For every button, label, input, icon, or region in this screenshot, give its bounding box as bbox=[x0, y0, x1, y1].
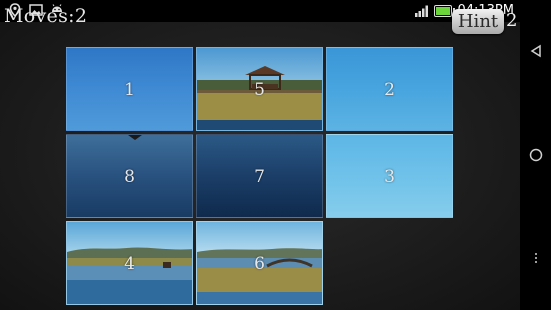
battery-icon bbox=[434, 5, 456, 17]
tile-number: 4 bbox=[124, 254, 135, 274]
navigation-bar bbox=[520, 0, 551, 310]
tile-number: 3 bbox=[384, 167, 395, 187]
screen: 04:13PM Moves:2 Hint 2 1 bbox=[0, 0, 551, 310]
menu-button[interactable] bbox=[520, 238, 551, 278]
home-icon bbox=[529, 148, 542, 162]
puzzle-tile[interactable]: 7 bbox=[196, 134, 323, 218]
menu-icon bbox=[534, 253, 537, 263]
puzzle-tile[interactable]: 1 bbox=[66, 47, 193, 131]
battery-level bbox=[436, 7, 451, 15]
puzzle-tile[interactable]: 4 bbox=[66, 221, 193, 305]
tile-number: 6 bbox=[254, 254, 265, 274]
puzzle-tile[interactable]: 3 bbox=[326, 134, 453, 218]
puzzle-tile[interactable]: 5 bbox=[196, 47, 323, 131]
puzzle-tile[interactable]: 6 bbox=[196, 221, 323, 305]
empty-slot[interactable] bbox=[326, 221, 453, 305]
tile-number: 7 bbox=[254, 167, 265, 187]
home-button[interactable] bbox=[520, 135, 551, 175]
moves-counter: Moves:2 bbox=[4, 5, 88, 27]
signal-icon bbox=[415, 5, 429, 17]
tile-number: 8 bbox=[124, 167, 135, 187]
hint-button[interactable]: Hint bbox=[452, 9, 504, 34]
puzzle-tile[interactable]: 2 bbox=[326, 47, 453, 131]
back-button[interactable] bbox=[520, 31, 551, 71]
tile-number: 5 bbox=[254, 80, 265, 100]
tile-number: 1 bbox=[124, 80, 135, 100]
back-icon bbox=[530, 44, 541, 58]
hint-count: 2 bbox=[506, 10, 518, 31]
puzzle-tile[interactable]: 8 bbox=[66, 134, 193, 218]
puzzle-game: Moves:2 Hint 2 1 5 2 8 7 3 4 6 bbox=[0, 5, 520, 310]
puzzle-board: 1 5 2 8 7 3 4 6 bbox=[66, 47, 455, 306]
tile-number: 2 bbox=[384, 80, 395, 100]
